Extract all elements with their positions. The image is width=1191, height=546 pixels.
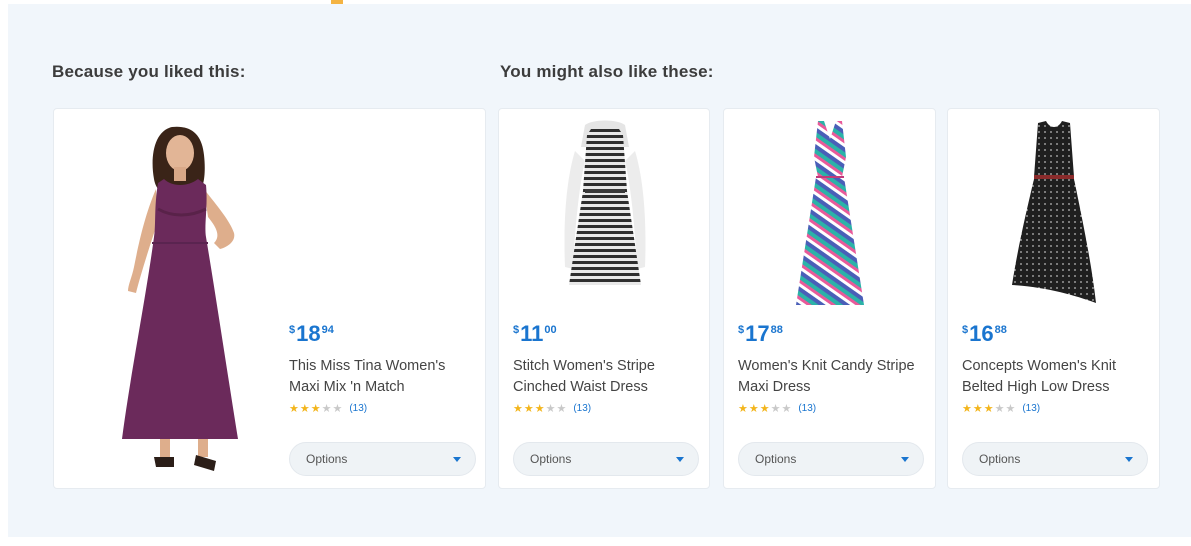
star-icon: ★★★ [962,402,995,415]
product-image[interactable] [94,117,294,483]
product-price: $ 17 88 [738,321,783,346]
star-rating: ★★★★★ [962,402,1016,415]
recommendation-card[interactable]: $ 11 00 Stitch Women's Stripe Cinched Wa… [498,108,710,489]
product-rating: ★★★★★ (13) [962,400,1152,416]
options-dropdown[interactable]: Options [513,442,699,476]
star-icon: ★★ [770,402,793,415]
star-icon: ★★★ [513,402,546,415]
recommendation-card[interactable]: $ 16 88 Concepts Women's Knit Belted Hig… [947,108,1160,489]
star-icon: ★★ [321,402,344,415]
product-info: $ 16 88 Concepts Women's Knit Belted Hig… [962,323,1152,416]
options-label: Options [755,452,797,466]
chevron-down-icon [901,456,909,462]
chevron-down-icon [676,456,684,462]
options-label: Options [530,452,572,466]
star-icon: ★★★ [289,402,322,415]
review-count[interactable]: (13) [349,403,367,414]
product-title[interactable]: Women's Knit Candy Stripe Maxi Dress [738,356,926,398]
panel-divider [0,537,1191,546]
options-dropdown[interactable]: Options [962,442,1148,476]
product-info: $ 11 00 Stitch Women's Stripe Cinched Wa… [513,323,703,416]
chevron-down-icon [453,456,461,462]
review-count[interactable]: (13) [1022,403,1040,414]
recommendation-card[interactable]: $ 17 88 Women's Knit Candy Stripe Maxi D… [723,108,936,489]
product-image[interactable] [770,117,890,313]
star-icon: ★★★ [738,402,771,415]
chevron-down-icon [1125,456,1133,462]
star-icon: ★★ [545,402,568,415]
product-image[interactable] [545,117,665,313]
product-price: $ 11 00 [513,321,557,346]
product-title[interactable]: Stitch Women's Stripe Cinched Waist Dres… [513,356,701,398]
product-price: $ 16 88 [962,321,1007,346]
product-rating: ★★★★★ (13) [513,400,703,416]
star-rating: ★★★★★ [513,402,567,415]
options-label: Options [979,452,1021,466]
you-might-like-heading: You might also like these: [500,62,714,81]
review-count[interactable]: (13) [798,403,816,414]
options-dropdown[interactable]: Options [738,442,924,476]
options-dropdown[interactable]: Options [289,442,476,476]
product-info: $ 17 88 Women's Knit Candy Stripe Maxi D… [738,323,928,416]
product-image[interactable] [994,117,1114,313]
star-rating: ★★★★★ [289,402,343,415]
star-icon: ★★ [994,402,1017,415]
product-price: $ 18 94 [289,321,334,346]
product-rating: ★★★★★ (13) [738,400,928,416]
product-rating: ★★★★★ (13) [289,400,479,416]
review-count[interactable]: (13) [573,403,591,414]
product-info: $ 18 94 This Miss Tina Women's Maxi Mix … [289,323,479,416]
featured-product-card[interactable]: $ 18 94 This Miss Tina Women's Maxi Mix … [53,108,486,489]
options-label: Options [306,452,348,466]
star-rating: ★★★★★ [738,402,792,415]
because-you-liked-heading: Because you liked this: [52,62,246,81]
product-title[interactable]: This Miss Tina Women's Maxi Mix 'n Match [289,356,477,398]
product-title[interactable]: Concepts Women's Knit Belted High Low Dr… [962,356,1150,398]
